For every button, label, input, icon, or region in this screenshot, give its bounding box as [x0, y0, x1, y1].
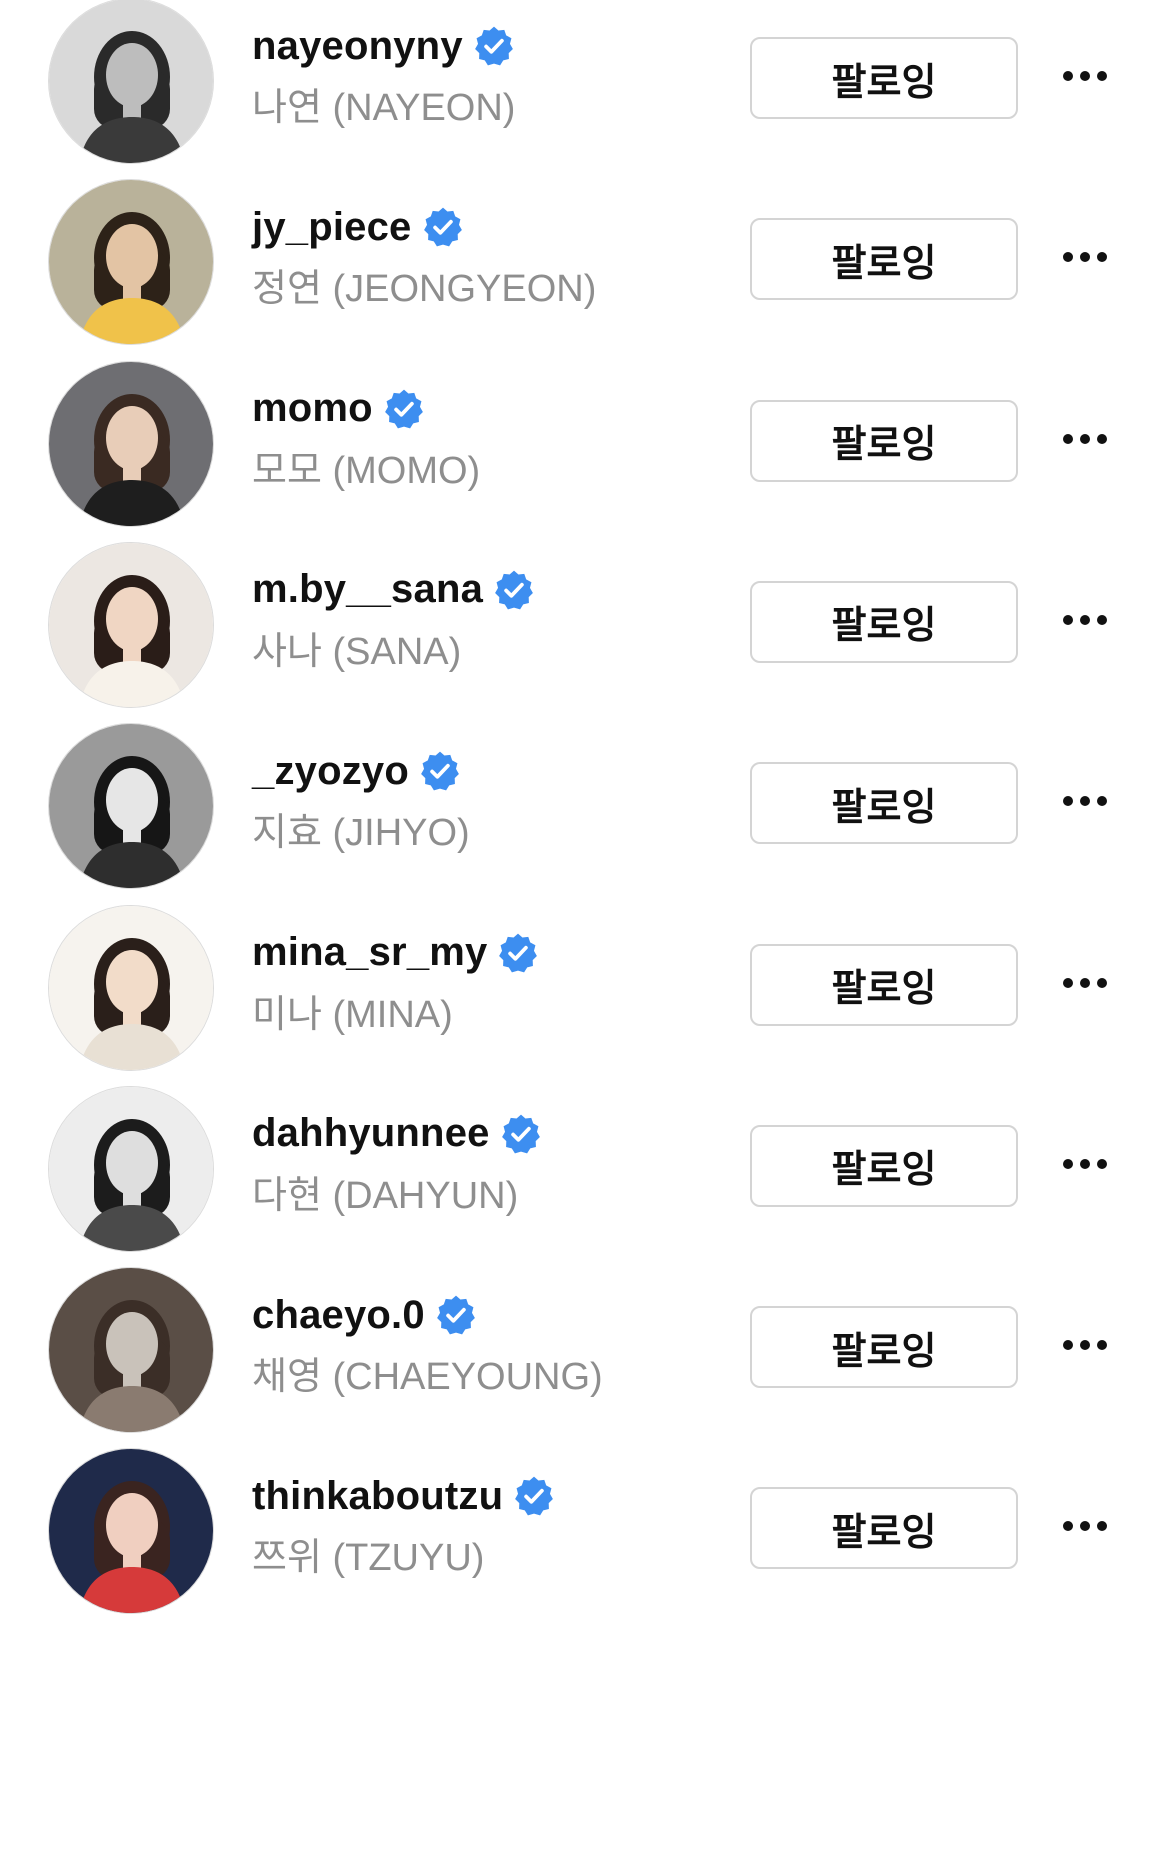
- more-options-button[interactable]: [1055, 1508, 1115, 1548]
- username[interactable]: momo: [252, 386, 373, 431]
- account-names: dahhyunnee 다현 (DAHYUN): [252, 1108, 722, 1219]
- more-options-button[interactable]: [1055, 783, 1115, 823]
- more-horizontal-icon: [1062, 613, 1108, 631]
- full-name: 채영 (CHAEYOUNG): [252, 1356, 603, 1399]
- more-options-button[interactable]: [1055, 58, 1115, 98]
- more-horizontal-icon: [1062, 69, 1108, 87]
- verified-badge-icon: [493, 569, 535, 611]
- username-line: momo: [252, 383, 722, 435]
- username[interactable]: m.by__sana: [252, 567, 483, 612]
- following-list: nayeonyny 나연 (NAYEON) 팔로잉 jy_piece 정연 (JEONG…: [0, 0, 1170, 1869]
- account-names: chaeyo.0 채영 (CHAEYOUNG): [252, 1289, 722, 1400]
- full-name: 미나 (MINA): [252, 993, 453, 1036]
- username-line: chaeyo.0: [252, 1289, 722, 1341]
- following-button[interactable]: 팔로잉: [750, 943, 1018, 1026]
- username[interactable]: chaeyo.0: [252, 1293, 425, 1338]
- username[interactable]: mina_sr_my: [252, 930, 487, 975]
- username-line: thinkaboutzu: [252, 1470, 722, 1522]
- more-options-button[interactable]: [1055, 1146, 1115, 1186]
- following-button[interactable]: 팔로잉: [750, 218, 1018, 301]
- verified-badge-icon: [473, 25, 515, 67]
- account-names: _zyozyo 지효 (JIHYO): [252, 745, 722, 856]
- account-names: jy_piece 정연 (JEONGYEON): [252, 201, 722, 312]
- verified-badge-icon: [500, 1113, 542, 1155]
- more-horizontal-icon: [1062, 1157, 1108, 1175]
- verified-badge-icon: [383, 388, 425, 430]
- following-button[interactable]: 팔로잉: [750, 762, 1018, 845]
- more-options-button[interactable]: [1055, 239, 1115, 279]
- avatar[interactable]: [48, 179, 214, 346]
- account-names: nayeonyny 나연 (NAYEON): [252, 20, 722, 131]
- username[interactable]: jy_piece: [252, 205, 412, 250]
- account-row[interactable]: thinkaboutzu 쯔위 (TZUYU) 팔로잉: [0, 1448, 1170, 1664]
- avatar[interactable]: [48, 0, 214, 164]
- avatar[interactable]: [48, 1085, 214, 1252]
- username-line: dahhyunnee: [252, 1108, 722, 1160]
- more-horizontal-icon: [1062, 250, 1108, 268]
- more-options-button[interactable]: [1055, 965, 1115, 1005]
- username-line: m.by__sana: [252, 564, 722, 616]
- avatar[interactable]: [48, 1267, 214, 1434]
- verified-badge-icon: [422, 206, 464, 248]
- username[interactable]: _zyozyo: [252, 749, 409, 794]
- full-name: 다현 (DAHYUN): [252, 1174, 519, 1217]
- username-line: nayeonyny: [252, 20, 722, 72]
- more-horizontal-icon: [1062, 976, 1108, 994]
- following-button[interactable]: 팔로잉: [750, 1487, 1018, 1570]
- following-button[interactable]: 팔로잉: [750, 1124, 1018, 1207]
- account-names: thinkaboutzu 쯔위 (TZUYU): [252, 1470, 722, 1581]
- avatar[interactable]: [48, 360, 214, 527]
- verified-badge-icon: [497, 932, 539, 974]
- following-button[interactable]: 팔로잉: [750, 1306, 1018, 1389]
- full-name: 나연 (NAYEON): [252, 87, 516, 129]
- full-name: 모모 (MOMO): [252, 449, 481, 492]
- account-names: momo 모모 (MOMO): [252, 383, 722, 494]
- more-horizontal-icon: [1062, 794, 1108, 812]
- full-name: 정연 (JEONGYEON): [252, 268, 597, 311]
- full-name: 지효 (JIHYO): [252, 812, 470, 855]
- full-name: 사나 (SANA): [252, 630, 462, 673]
- more-horizontal-icon: [1062, 432, 1108, 450]
- avatar[interactable]: [48, 1448, 214, 1615]
- username-line: mina_sr_my: [252, 927, 722, 979]
- more-options-button[interactable]: [1055, 421, 1115, 461]
- username-line: _zyozyo: [252, 745, 722, 797]
- verified-badge-icon: [419, 750, 461, 792]
- more-options-button[interactable]: [1055, 602, 1115, 642]
- username[interactable]: nayeonyny: [252, 24, 463, 69]
- more-options-button[interactable]: [1055, 1327, 1115, 1367]
- following-button[interactable]: 팔로잉: [750, 37, 1018, 119]
- following-button[interactable]: 팔로잉: [750, 399, 1018, 482]
- avatar[interactable]: [48, 723, 214, 890]
- account-names: m.by__sana 사나 (SANA): [252, 564, 722, 675]
- following-button[interactable]: 팔로잉: [750, 580, 1018, 663]
- avatar[interactable]: [48, 541, 214, 708]
- username[interactable]: thinkaboutzu: [252, 1474, 503, 1519]
- username-line: jy_piece: [252, 201, 722, 253]
- full-name: 쯔위 (TZUYU): [252, 1537, 485, 1580]
- account-names: mina_sr_my 미나 (MINA): [252, 927, 722, 1038]
- more-horizontal-icon: [1062, 1338, 1108, 1356]
- more-horizontal-icon: [1062, 1519, 1108, 1537]
- verified-badge-icon: [513, 1475, 555, 1517]
- verified-badge-icon: [435, 1294, 477, 1336]
- username[interactable]: dahhyunnee: [252, 1111, 490, 1156]
- avatar[interactable]: [48, 904, 214, 1071]
